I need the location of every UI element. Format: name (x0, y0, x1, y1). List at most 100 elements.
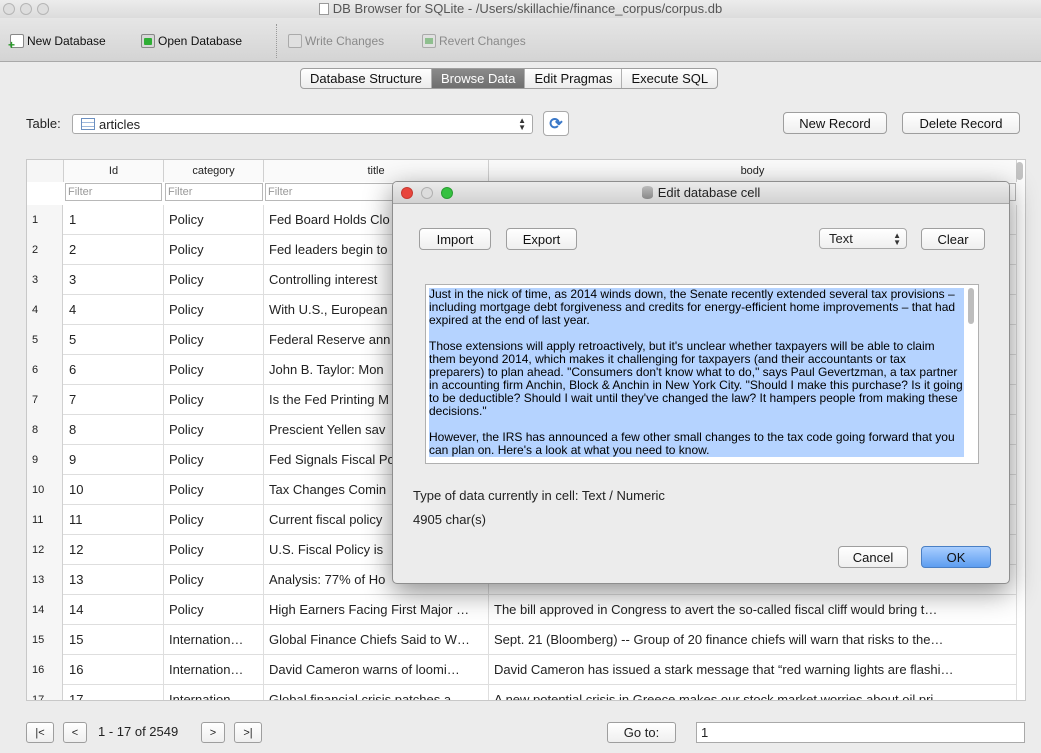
mode-select[interactable]: Text ▲ ▼ (819, 228, 907, 249)
cell-id[interactable]: 6 (64, 355, 164, 385)
row-number[interactable]: 13 (27, 565, 63, 595)
import-button[interactable]: Import (419, 228, 491, 250)
row-number[interactable]: 9 (27, 445, 63, 475)
filter-input-id[interactable]: Filter (65, 183, 162, 201)
column-header-body[interactable]: body (489, 160, 1017, 182)
minimize-window-button[interactable] (20, 3, 32, 15)
cell-id[interactable]: 16 (64, 655, 164, 685)
cell-category[interactable]: Policy (164, 205, 264, 235)
first-page-button[interactable]: |< (26, 722, 54, 743)
table-row[interactable]: 16 16 Internation… David Cameron warns of l… (27, 655, 1017, 685)
cell-title[interactable]: Global financial crisis patches a… (264, 685, 489, 700)
cell-id[interactable]: 11 (64, 505, 164, 535)
cell-category[interactable]: Policy (164, 355, 264, 385)
cell-text-editor[interactable]: Just in the nick of time, as 2014 winds … (425, 284, 979, 464)
cell-id[interactable]: 8 (64, 415, 164, 445)
table-row[interactable]: 14 14 Policy High Earners Facing First Majo… (27, 595, 1017, 625)
cell-category[interactable]: Policy (164, 325, 264, 355)
cell-category[interactable]: Policy (164, 385, 264, 415)
cell-id[interactable]: 7 (64, 385, 164, 415)
cell-id[interactable]: 9 (64, 445, 164, 475)
cell-category[interactable]: Policy (164, 535, 264, 565)
row-number[interactable]: 7 (27, 385, 63, 415)
row-number[interactable]: 15 (27, 625, 63, 655)
goto-input[interactable]: 1 (696, 722, 1025, 743)
row-number[interactable]: 6 (27, 355, 63, 385)
cell-body[interactable]: The bill approved in Congress to avert t… (489, 595, 1017, 625)
cell-category[interactable]: Policy (164, 445, 264, 475)
cell-body[interactable]: A new potential crisis in Greece makes o… (489, 685, 1017, 700)
tab-browse-data[interactable]: Browse Data (432, 69, 526, 88)
refresh-button[interactable]: ⟳ (543, 111, 569, 136)
tab-execute-sql[interactable]: Execute SQL (622, 69, 717, 88)
row-number[interactable]: 4 (27, 295, 63, 325)
row-number[interactable]: 12 (27, 535, 63, 565)
dialog-zoom-button[interactable] (441, 187, 453, 199)
tab-database-structure[interactable]: Database Structure (301, 69, 433, 88)
row-number[interactable]: 1 (27, 205, 63, 235)
cell-body[interactable]: Sept. 21 (Bloomberg) -- Group of 20 fina… (489, 625, 1017, 655)
row-number[interactable]: 16 (27, 655, 63, 685)
cell-category[interactable]: Policy (164, 295, 264, 325)
cell-id[interactable]: 2 (64, 235, 164, 265)
cell-id[interactable]: 5 (64, 325, 164, 355)
zoom-window-button[interactable] (37, 3, 49, 15)
cell-category[interactable]: Internation… (164, 655, 264, 685)
cell-id[interactable]: 13 (64, 565, 164, 595)
ok-button[interactable]: OK (921, 546, 991, 568)
dialog-minimize-button[interactable] (421, 187, 433, 199)
new-database-button[interactable]: + New Database (8, 32, 106, 51)
delete-record-button[interactable]: Delete Record (902, 112, 1020, 134)
cell-category[interactable]: Policy (164, 565, 264, 595)
column-header-title[interactable]: title (264, 160, 489, 182)
cell-category[interactable]: Policy (164, 265, 264, 295)
cell-id[interactable]: 17 (64, 685, 164, 700)
row-number[interactable]: 2 (27, 235, 63, 265)
cell-id[interactable]: 1 (64, 205, 164, 235)
cell-body[interactable]: David Cameron has issued a stark message… (489, 655, 1017, 685)
dialog-close-button[interactable] (401, 187, 413, 199)
cell-category[interactable]: Policy (164, 415, 264, 445)
row-number[interactable]: 8 (27, 415, 63, 445)
cell-id[interactable]: 14 (64, 595, 164, 625)
write-changes-button[interactable]: Write Changes (288, 32, 384, 50)
editor-scrollbar[interactable] (968, 288, 974, 324)
cell-title[interactable]: Global Finance Chiefs Said to W… (264, 625, 489, 655)
column-header-category[interactable]: category (164, 160, 264, 182)
cell-category[interactable]: Internation… (164, 625, 264, 655)
next-page-button[interactable]: > (201, 722, 225, 743)
table-row[interactable]: 17 17 Internation… Global financial crisis … (27, 685, 1017, 700)
cell-id[interactable]: 10 (64, 475, 164, 505)
cell-id[interactable]: 3 (64, 265, 164, 295)
cell-id[interactable]: 15 (64, 625, 164, 655)
prev-page-button[interactable]: < (63, 722, 87, 743)
table-select[interactable]: articles ▲ ▼ (72, 114, 533, 134)
cell-category[interactable]: Policy (164, 235, 264, 265)
row-number[interactable]: 10 (27, 475, 63, 505)
row-number[interactable]: 3 (27, 265, 63, 295)
new-record-button[interactable]: New Record (783, 112, 887, 134)
tab-edit-pragmas[interactable]: Edit Pragmas (525, 69, 623, 88)
export-button[interactable]: Export (506, 228, 577, 250)
row-number[interactable]: 11 (27, 505, 63, 535)
filter-input-category[interactable]: Filter (165, 183, 263, 201)
cell-id[interactable]: 12 (64, 535, 164, 565)
goto-button[interactable]: Go to: (607, 722, 676, 743)
cancel-button[interactable]: Cancel (838, 546, 908, 568)
last-page-button[interactable]: >| (234, 722, 262, 743)
cell-title[interactable]: David Cameron warns of loomi… (264, 655, 489, 685)
cell-category[interactable]: Internation… (164, 685, 264, 700)
cell-category[interactable]: Policy (164, 475, 264, 505)
cell-category[interactable]: Policy (164, 595, 264, 625)
revert-changes-button[interactable]: Revert Changes (422, 32, 526, 50)
cell-title[interactable]: High Earners Facing First Major … (264, 595, 489, 625)
row-number[interactable]: 14 (27, 595, 63, 625)
column-header-id[interactable]: Id (64, 160, 164, 182)
cell-category[interactable]: Policy (164, 505, 264, 535)
grid-scrollbar[interactable] (1016, 162, 1023, 180)
row-number[interactable]: 5 (27, 325, 63, 355)
table-row[interactable]: 15 15 Internation… Global Finance Chiefs Sa… (27, 625, 1017, 655)
row-number[interactable]: 17 (27, 685, 63, 700)
clear-button[interactable]: Clear (921, 228, 985, 250)
cell-id[interactable]: 4 (64, 295, 164, 325)
